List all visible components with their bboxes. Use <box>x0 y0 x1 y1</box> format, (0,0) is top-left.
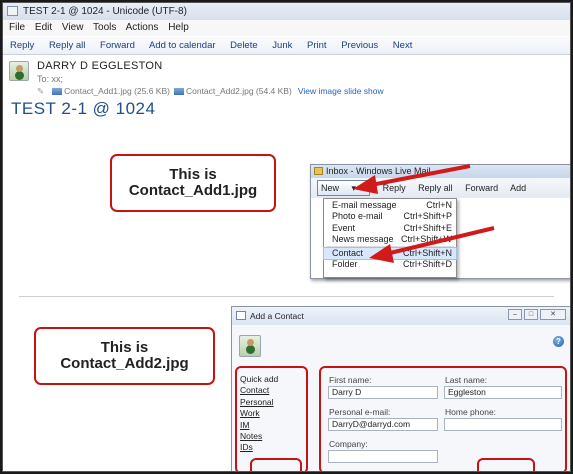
annotation-arrows <box>353 164 495 263</box>
arrow-head <box>353 175 378 194</box>
arrow-shaft <box>385 226 495 256</box>
arrow-to-new-button <box>353 164 471 194</box>
arrow-shaft <box>370 164 471 187</box>
arrow-head <box>369 244 394 263</box>
arrow-to-contact-item <box>369 226 495 263</box>
mail-window: TEST 2-1 @ 1024 - Unicode (UTF-8) File E… <box>2 2 571 472</box>
